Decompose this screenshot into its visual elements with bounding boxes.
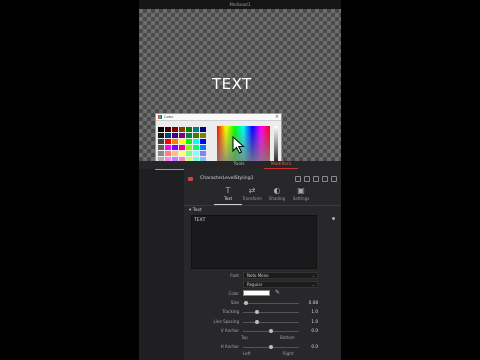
reset-icon[interactable]	[322, 176, 328, 182]
pick-icon[interactable]	[304, 176, 310, 182]
slider-knob[interactable]	[269, 329, 273, 333]
color-swatch[interactable]	[158, 151, 164, 156]
v-anchor-label: V Anchor	[220, 328, 239, 333]
line-spacing-label: Line Spacing	[213, 319, 239, 324]
color-swatch[interactable]	[200, 133, 206, 138]
transform-icon: ⇄	[248, 186, 256, 195]
styled-text-input[interactable]: TEXT	[191, 215, 317, 269]
color-swatch[interactable]	[158, 127, 164, 132]
color-swatch[interactable]	[200, 145, 206, 150]
color-swatch[interactable]	[172, 127, 178, 132]
h-anchor-min-label: Left	[243, 351, 251, 356]
mouse-cursor-icon	[232, 136, 245, 154]
color-swatch[interactable]	[186, 133, 192, 138]
color-swatch[interactable]	[193, 139, 199, 144]
size-slider[interactable]	[243, 301, 299, 305]
subtab-transform[interactable]: ⇄ Transform	[238, 185, 266, 205]
version-icon[interactable]	[295, 176, 301, 182]
v-anchor-value[interactable]: 0.0	[302, 328, 318, 334]
slider-knob[interactable]	[255, 310, 259, 314]
v-anchor-max-label: Bottom	[280, 335, 295, 340]
color-swatch[interactable]	[158, 133, 164, 138]
color-swatch[interactable]	[165, 151, 171, 156]
color-swatch[interactable]	[186, 145, 192, 150]
inspector-subtabs: T Text ⇄ Transform ◐ Shading ▣ Settings	[184, 185, 341, 206]
line-spacing-value[interactable]: 1.0	[302, 319, 318, 325]
close-icon[interactable]: ×	[275, 114, 279, 121]
color-swatch[interactable]	[200, 151, 206, 156]
slider-knob[interactable]	[244, 301, 248, 305]
color-swatch[interactable]	[165, 133, 171, 138]
h-anchor-slider[interactable]	[243, 345, 299, 349]
menu-icon[interactable]	[331, 176, 337, 182]
color-swatch[interactable]	[172, 133, 178, 138]
v-anchor-min-label: Top	[241, 335, 248, 340]
color-swatch[interactable]	[193, 127, 199, 132]
v-anchor-slider[interactable]	[243, 329, 299, 333]
color-picker-titlebar[interactable]: Color ×	[156, 114, 281, 121]
font-label: Font	[230, 273, 239, 278]
tab-tools[interactable]: Tools	[221, 161, 257, 169]
section-header-text[interactable]: ▾ Text	[189, 208, 202, 213]
color-label: Color	[228, 291, 239, 296]
color-swatch[interactable]	[172, 151, 178, 156]
app-window: Mediaout1 TEXT Color × Tools Modifiers C…	[139, 0, 341, 360]
color-swatch[interactable]	[158, 145, 164, 150]
color-swatch[interactable]	[200, 139, 206, 144]
color-swatch[interactable]	[193, 151, 199, 156]
color-swatch[interactable]	[186, 139, 192, 144]
font-style-dropdown[interactable]: Regular ⌄	[243, 281, 318, 288]
tracking-value[interactable]: 1.0	[302, 309, 318, 315]
tracking-slider[interactable]	[243, 310, 299, 314]
h-anchor-value[interactable]: 0.0	[302, 344, 318, 350]
color-swatch[interactable]	[179, 139, 185, 144]
color-swatch[interactable]	[179, 127, 185, 132]
color-swatch[interactable]	[165, 139, 171, 144]
eyedropper-icon[interactable]: ✎	[275, 289, 280, 296]
tool-color-icon	[188, 177, 193, 181]
size-value[interactable]: 0.08	[302, 300, 318, 306]
color-swatch[interactable]	[165, 145, 171, 150]
color-swatch[interactable]	[165, 127, 171, 132]
panel-tabbar: Tools Modifiers	[139, 161, 341, 169]
viewer-text: TEXT	[212, 75, 252, 93]
color-swatch[interactable]	[193, 133, 199, 138]
subtab-settings[interactable]: ▣ Settings	[287, 185, 315, 205]
lock-icon[interactable]	[313, 176, 319, 182]
tool-name: CharacterLevelStyling1	[200, 176, 254, 181]
keyframe-dot-icon[interactable]	[332, 217, 335, 220]
size-label: Size	[230, 300, 239, 305]
inspector-panel: CharacterLevelStyling1 T Text ⇄ Transfor…	[184, 169, 341, 360]
color-swatch[interactable]	[193, 145, 199, 150]
color-swatch[interactable]	[179, 151, 185, 156]
color-swatch[interactable]	[172, 145, 178, 150]
slider-knob[interactable]	[255, 320, 259, 324]
color-dialog-icon	[158, 115, 162, 119]
chevron-down-icon: ⌄	[311, 282, 315, 287]
tracking-label: Tracking	[222, 309, 239, 314]
slider-knob[interactable]	[269, 345, 273, 349]
font-dropdown[interactable]: Noto Mono ⌄	[243, 272, 318, 279]
chevron-down-icon: ⌄	[311, 273, 315, 278]
color-swatch[interactable]	[179, 145, 185, 150]
color-swatch[interactable]	[172, 139, 178, 144]
line-spacing-slider[interactable]	[243, 320, 299, 324]
color-swatch[interactable]	[186, 127, 192, 132]
color-swatch[interactable]	[158, 139, 164, 144]
viewer-title: Mediaout1	[139, 0, 341, 9]
h-anchor-label: H Anchor	[220, 344, 239, 349]
tool-header: CharacterLevelStyling1	[184, 174, 341, 184]
h-anchor-max-label: Right	[283, 351, 294, 356]
tab-modifiers[interactable]: Modifiers	[264, 161, 298, 169]
color-swatch[interactable]	[200, 127, 206, 132]
color-swatch[interactable]	[186, 151, 192, 156]
text-color-swatch[interactable]	[243, 290, 270, 296]
settings-icon: ▣	[297, 186, 305, 195]
color-picker-title: Color	[164, 115, 174, 119]
color-swatch[interactable]	[179, 133, 185, 138]
